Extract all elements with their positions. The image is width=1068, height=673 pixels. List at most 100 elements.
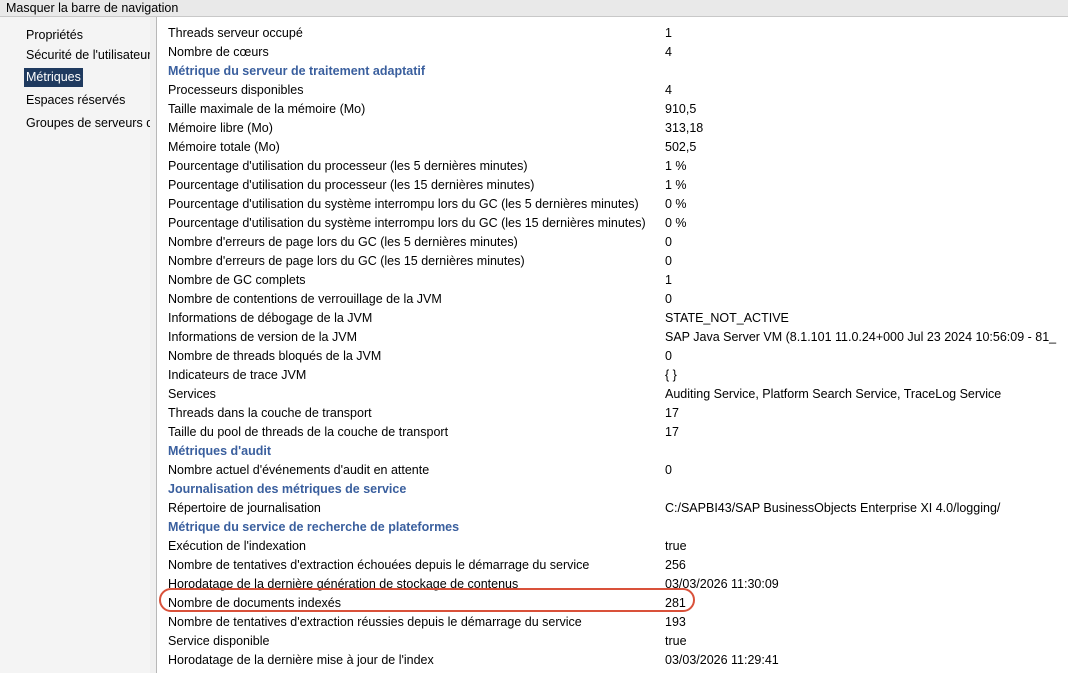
section-title: Journalisation des métriques de service (168, 482, 407, 496)
metric-row: Répertoire de journalisation C:/SAPBI43/S… (168, 499, 1068, 518)
metric-label: Services (168, 387, 216, 401)
sidebar-item-properties[interactable]: Propriétés (24, 26, 85, 45)
metric-label: Service disponible (168, 634, 270, 648)
sidebar-item-metrics[interactable]: Métriques (24, 68, 83, 87)
metric-label: Nombre d'erreurs de page lors du GC (les… (168, 235, 518, 249)
metric-value: 281 (665, 596, 686, 610)
metric-value: SAP Java Server VM (8.1.101 11.0.24+000 … (665, 330, 1057, 344)
metric-row: Taille maximale de la mémoire (Mo) 910,5 (168, 100, 1068, 119)
metric-row: Pourcentage d'utilisation du système int… (168, 195, 1068, 214)
metric-value: 1 (665, 26, 672, 40)
metric-value: 1 % (665, 178, 687, 192)
hide-navigation-bar-button[interactable]: Masquer la barre de navigation (0, 0, 1068, 17)
metric-label: Nombre de tentatives d'extraction échoué… (168, 558, 590, 572)
metric-value: 17 (665, 425, 679, 439)
metric-label: Pourcentage d'utilisation du processeur … (168, 159, 528, 173)
metric-value: 17 (665, 406, 679, 420)
section-title: Métrique du serveur de traitement adapta… (168, 64, 426, 78)
metric-value: 0 (665, 254, 672, 268)
metric-row: Indicateurs de trace JVM { } (168, 366, 1068, 385)
metric-value: 0 % (665, 216, 687, 230)
metric-label: Processeurs disponibles (168, 83, 304, 97)
metric-label: Nombre d'erreurs de page lors du GC (les… (168, 254, 525, 268)
metric-row: Nombre d'erreurs de page lors du GC (les… (168, 252, 1068, 271)
section-heading: Journalisation des métriques de service (168, 480, 1068, 499)
section-title: Métriques d'audit (168, 444, 271, 458)
metric-label: Nombre de threads bloqués de la JVM (168, 349, 382, 363)
metric-label: Informations de version de la JVM (168, 330, 357, 344)
metric-row: Nombre de documents indexés 281 (168, 594, 1068, 613)
metric-row: Pourcentage d'utilisation du processeur … (168, 157, 1068, 176)
metric-label: Taille maximale de la mémoire (Mo) (168, 102, 366, 116)
sidebar-item-placeholders[interactable]: Espaces réservés (24, 91, 127, 110)
metric-row: Taille du pool de threads de la couche d… (168, 423, 1068, 442)
metric-value: 0 (665, 463, 672, 477)
metric-row: Nombre de tentatives d'extraction réussi… (168, 613, 1068, 632)
metric-value: 502,5 (665, 140, 697, 154)
section-heading: Métriques d'audit (168, 442, 1068, 461)
metric-value: 256 (665, 558, 686, 572)
metric-label: Taille du pool de threads de la couche d… (168, 425, 449, 439)
metric-row: Threads dans la couche de transport 17 (168, 404, 1068, 423)
metric-value: 193 (665, 615, 686, 629)
metric-row: Mémoire totale (Mo) 502,5 (168, 138, 1068, 157)
metric-value: 4 (665, 45, 672, 59)
metric-value: 03/03/2026 11:30:09 (665, 577, 779, 591)
metric-value: 0 (665, 235, 672, 249)
metric-label: Nombre de documents indexés (168, 596, 342, 610)
metric-label: Threads serveur occupé (168, 26, 303, 40)
metric-value: { } (665, 368, 677, 382)
metric-label: Nombre de GC complets (168, 273, 306, 287)
sidebar-item-server-groups[interactable]: Groupes de serveurs d (24, 114, 150, 133)
metric-label: Threads dans la couche de transport (168, 406, 372, 420)
metric-row: Horodatage de la dernière génération de … (168, 575, 1068, 594)
navigation-sidebar: Propriétés Sécurité de l'utilisateur Mét… (0, 17, 150, 673)
metric-row: Nombre de contentions de verrouillage de… (168, 290, 1068, 309)
metric-label: Pourcentage d'utilisation du système int… (168, 216, 646, 230)
metric-row: Exécution de l'indexation true (168, 537, 1068, 556)
section-heading: Métrique du service de recherche de plat… (168, 518, 1068, 537)
metric-row: Threads serveur occupé 1 (168, 24, 1068, 43)
metric-row: Service disponible true (168, 632, 1068, 651)
metrics-table: Threads serveur occupé 1 Nombre de cœurs 4 M… (168, 24, 1068, 670)
metric-label: Indicateurs de trace JVM (168, 368, 307, 382)
metric-row: Nombre de tentatives d'extraction échoué… (168, 556, 1068, 575)
metric-row: Processeurs disponibles 4 (168, 81, 1068, 100)
metric-value: 0 (665, 292, 672, 306)
metric-row: Services Auditing Service, Platform Searc… (168, 385, 1068, 404)
metric-value: 1 % (665, 159, 687, 173)
metric-value: 1 (665, 273, 672, 287)
metric-value: true (665, 539, 687, 553)
metric-value: 4 (665, 83, 672, 97)
metric-label: Mémoire libre (Mo) (168, 121, 273, 135)
metric-row: Nombre d'erreurs de page lors du GC (les… (168, 233, 1068, 252)
metric-label: Informations de débogage de la JVM (168, 311, 373, 325)
sidebar-item-user-security[interactable]: Sécurité de l'utilisateur (24, 46, 150, 65)
metric-label: Nombre de contentions de verrouillage de… (168, 292, 442, 306)
metric-row: Nombre actuel d'événements d'audit en at… (168, 461, 1068, 480)
metric-row: Nombre de GC complets 1 (168, 271, 1068, 290)
metric-row: Nombre de threads bloqués de la JVM 0 (168, 347, 1068, 366)
metric-value: 0 % (665, 197, 687, 211)
metric-label: Horodatage de la dernière mise à jour de… (168, 653, 434, 667)
metric-value: C:/SAPBI43/SAP BusinessObjects Enterpris… (665, 501, 1001, 515)
metric-value: Auditing Service, Platform Search Servic… (665, 387, 1002, 401)
metric-label: Mémoire totale (Mo) (168, 140, 280, 154)
metric-label: Nombre de tentatives d'extraction réussi… (168, 615, 582, 629)
metric-row: Informations de débogage de la JVM STATE_… (168, 309, 1068, 328)
metric-row: Horodatage de la dernière mise à jour de… (168, 651, 1068, 670)
metric-label: Pourcentage d'utilisation du processeur … (168, 178, 535, 192)
metric-label: Nombre de cœurs (168, 45, 269, 59)
metric-label: Pourcentage d'utilisation du système int… (168, 197, 639, 211)
metric-row: Pourcentage d'utilisation du système int… (168, 214, 1068, 233)
metric-label: Répertoire de journalisation (168, 501, 321, 515)
metric-row: Mémoire libre (Mo) 313,18 (168, 119, 1068, 138)
metric-value: 03/03/2026 11:29:41 (665, 653, 779, 667)
section-heading: Métrique du serveur de traitement adapta… (168, 62, 1068, 81)
metric-row: Nombre de cœurs 4 (168, 43, 1068, 62)
section-title: Métrique du service de recherche de plat… (168, 520, 460, 534)
metric-value: 0 (665, 349, 672, 363)
metric-label: Nombre actuel d'événements d'audit en at… (168, 463, 430, 477)
metric-row: Pourcentage d'utilisation du processeur … (168, 176, 1068, 195)
metric-value: STATE_NOT_ACTIVE (665, 311, 789, 325)
